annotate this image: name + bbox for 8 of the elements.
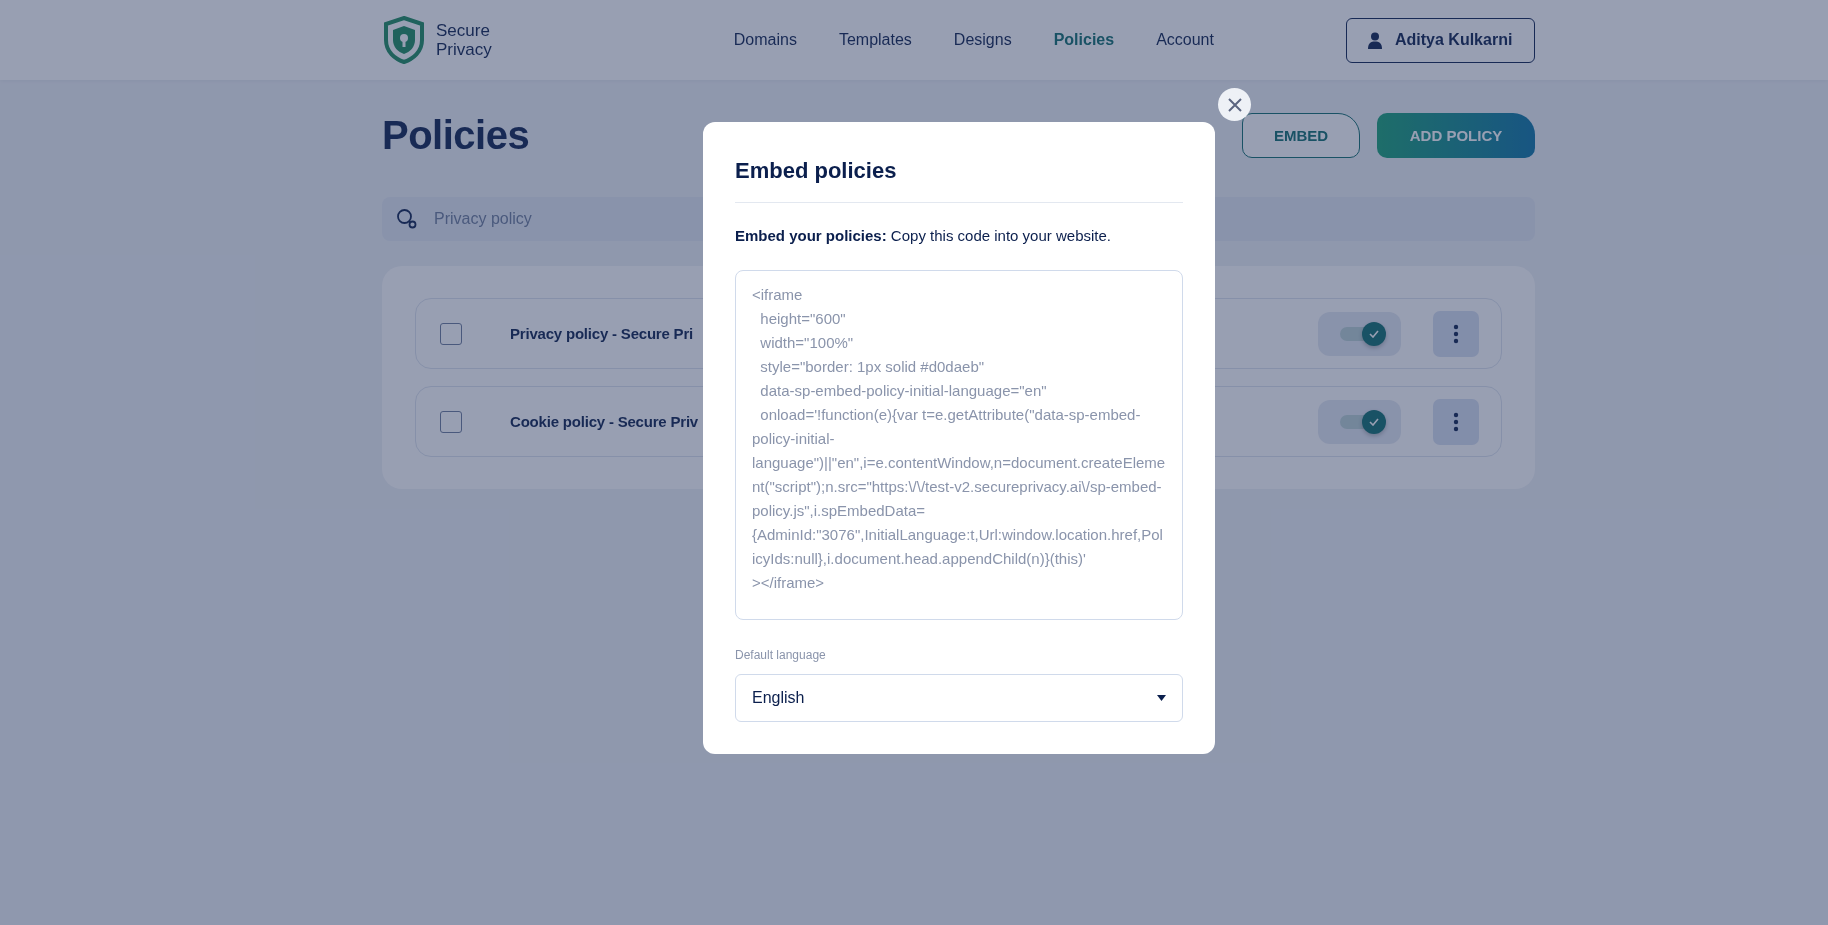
logo-text: Privacy [436, 40, 492, 59]
logo-text: Secure [436, 21, 491, 40]
policy-name: Privacy policy - Secure Pri [510, 325, 694, 342]
instruction-text: Embed your policies: Copy this code into your website. [735, 227, 1112, 244]
policy-name: Cookie policy - Secure Priv [510, 413, 698, 430]
field-label: Default language [735, 648, 827, 662]
modal-title: Embed policies [735, 158, 1183, 203]
page-title: Policies [382, 112, 530, 158]
